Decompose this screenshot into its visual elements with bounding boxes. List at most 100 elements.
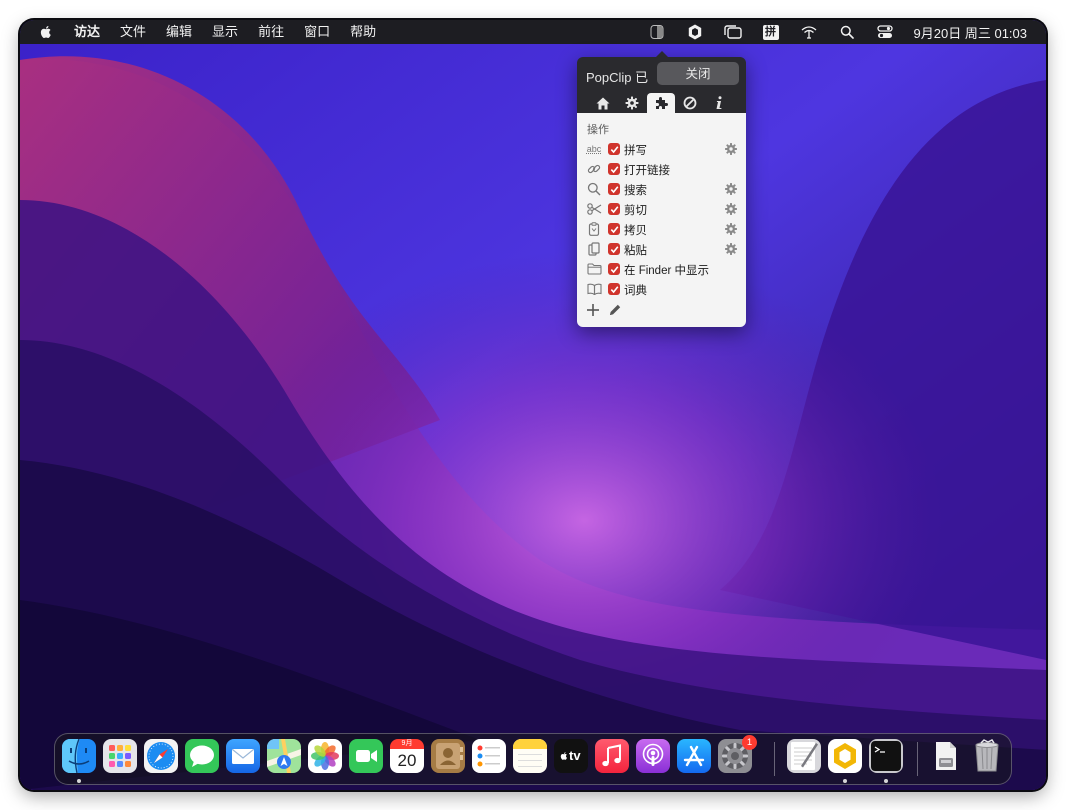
edit-pencil-icon[interactable] xyxy=(608,303,622,317)
reminders-list-icon xyxy=(472,739,506,773)
block-icon xyxy=(683,96,697,110)
facetime-camera-icon xyxy=(349,739,383,773)
dock-trash[interactable] xyxy=(970,739,1004,773)
dock-separator xyxy=(774,742,775,776)
action-label: 拷贝 xyxy=(624,225,647,237)
gear-icon xyxy=(625,96,639,110)
textedit-icon xyxy=(787,739,821,773)
action-settings-gear-icon[interactable] xyxy=(724,142,738,156)
dock-app-terminal[interactable] xyxy=(869,739,903,773)
action-label: 剪切 xyxy=(624,205,647,217)
appearance-toggle-icon[interactable] xyxy=(648,24,666,40)
dock-app-textedit[interactable] xyxy=(787,739,821,773)
popclip-menu-icon[interactable] xyxy=(686,24,704,40)
popclip-actions-pane: 操作 abc 拼写 打开链接 搜索 剪切 拷贝 粘贴 在 Finder 中显示 … xyxy=(577,113,746,327)
action-row-spell: abc 拼写 xyxy=(577,139,746,159)
menu-app-name[interactable]: 访达 xyxy=(74,20,100,44)
dock-app-maps[interactable] xyxy=(267,739,301,773)
section-label: 操作 xyxy=(587,124,609,136)
action-settings-gear-icon[interactable] xyxy=(724,202,738,216)
running-indicator xyxy=(77,779,81,783)
checkbox-paste[interactable] xyxy=(608,243,620,255)
action-row-reveal-in-finder: 在 Finder 中显示 xyxy=(577,259,746,279)
calendar-day: 20 xyxy=(390,749,424,773)
magnifier-icon xyxy=(586,182,602,196)
action-settings-gear-icon[interactable] xyxy=(724,222,738,236)
menu-window[interactable]: 窗口 xyxy=(304,20,330,44)
menu-help[interactable]: 帮助 xyxy=(350,20,376,44)
action-row-paste: 粘贴 xyxy=(577,239,746,259)
wifi-icon[interactable] xyxy=(800,24,818,40)
maps-icon xyxy=(267,739,301,773)
finder-icon xyxy=(62,739,96,773)
tab-settings[interactable] xyxy=(618,93,646,113)
trash-can-icon xyxy=(975,739,999,772)
close-button[interactable]: 关闭 xyxy=(657,62,739,85)
window-switcher-icon[interactable] xyxy=(723,24,742,40)
spotlight-search-icon[interactable] xyxy=(838,24,856,40)
apple-menu-icon[interactable] xyxy=(38,24,54,40)
calendar-month: 9月 xyxy=(390,739,424,749)
dock-app-photos[interactable] xyxy=(308,739,342,773)
dock-app-popclip[interactable] xyxy=(828,739,862,773)
menu-file[interactable]: 文件 xyxy=(120,20,146,44)
action-label: 拼写 xyxy=(624,145,647,157)
dock-app-messages[interactable] xyxy=(185,739,219,773)
menu-view[interactable]: 显示 xyxy=(212,20,238,44)
control-center-icon[interactable] xyxy=(876,24,894,40)
contacts-book-icon xyxy=(431,739,465,773)
dock-app-mail[interactable] xyxy=(226,739,260,773)
dock-app-music[interactable] xyxy=(595,739,629,773)
checkbox-reveal-in-finder[interactable] xyxy=(608,263,620,275)
action-label: 词典 xyxy=(624,285,647,297)
dock-app-finder[interactable] xyxy=(62,739,96,773)
input-method-icon[interactable]: 拼 xyxy=(762,24,780,40)
action-row-search: 搜索 xyxy=(577,179,746,199)
checkbox-copy[interactable] xyxy=(608,223,620,235)
notification-badge: 1 xyxy=(742,735,757,750)
action-settings-gear-icon[interactable] xyxy=(724,182,738,196)
tab-info[interactable] xyxy=(705,93,733,113)
popclip-hexagon-icon xyxy=(828,739,862,773)
checkbox-dictionary[interactable] xyxy=(608,283,620,295)
action-label: 搜索 xyxy=(624,185,647,197)
messages-bubble-icon xyxy=(185,739,219,773)
add-icon[interactable] xyxy=(586,303,600,317)
folder-icon xyxy=(586,262,602,276)
desktop-screen: 访达 文件 编辑 显示 前往 窗口 帮助 拼 9月20日 周三 01:03 Po… xyxy=(20,20,1046,790)
dock-app-facetime[interactable] xyxy=(349,739,383,773)
checkbox-search[interactable] xyxy=(608,183,620,195)
dock-separator xyxy=(917,742,918,776)
dock-app-tv[interactable]: tv xyxy=(554,739,588,773)
home-icon xyxy=(596,97,610,109)
dock-app-calendar[interactable]: 9月 20 xyxy=(390,739,424,773)
scissors-icon xyxy=(586,202,602,216)
dock-app-launchpad[interactable] xyxy=(103,739,137,773)
tab-home[interactable] xyxy=(589,93,617,113)
checkbox-spell[interactable] xyxy=(608,143,620,155)
mail-envelope-icon xyxy=(226,739,260,773)
tab-blocked[interactable] xyxy=(676,93,704,113)
dock-app-app-store[interactable] xyxy=(677,739,711,773)
action-row-copy: 拷贝 xyxy=(577,219,746,239)
menu-edit[interactable]: 编辑 xyxy=(166,20,192,44)
spelling-icon: abc xyxy=(586,144,602,154)
action-settings-gear-icon[interactable] xyxy=(724,242,738,256)
popclip-footer xyxy=(586,302,622,318)
tab-extensions[interactable] xyxy=(647,93,675,113)
action-row-dictionary: 词典 xyxy=(577,279,746,299)
popclip-title: PopClip 已 xyxy=(586,70,649,85)
dock-app-safari[interactable] xyxy=(144,739,178,773)
menubar-clock[interactable]: 9月20日 周三 01:03 xyxy=(914,23,1027,42)
dock-app-contacts[interactable] xyxy=(431,739,465,773)
dock-app-podcasts[interactable] xyxy=(636,739,670,773)
apple-tv-icon xyxy=(560,752,567,760)
dock-app-notes[interactable] xyxy=(513,739,547,773)
dock-folder-downloads[interactable] xyxy=(929,739,963,773)
dock-app-reminders[interactable] xyxy=(472,739,506,773)
music-note-icon xyxy=(595,739,629,773)
checkbox-open-link[interactable] xyxy=(608,163,620,175)
checkbox-cut[interactable] xyxy=(608,203,620,215)
running-indicator xyxy=(843,779,847,783)
menu-go[interactable]: 前往 xyxy=(258,20,284,44)
